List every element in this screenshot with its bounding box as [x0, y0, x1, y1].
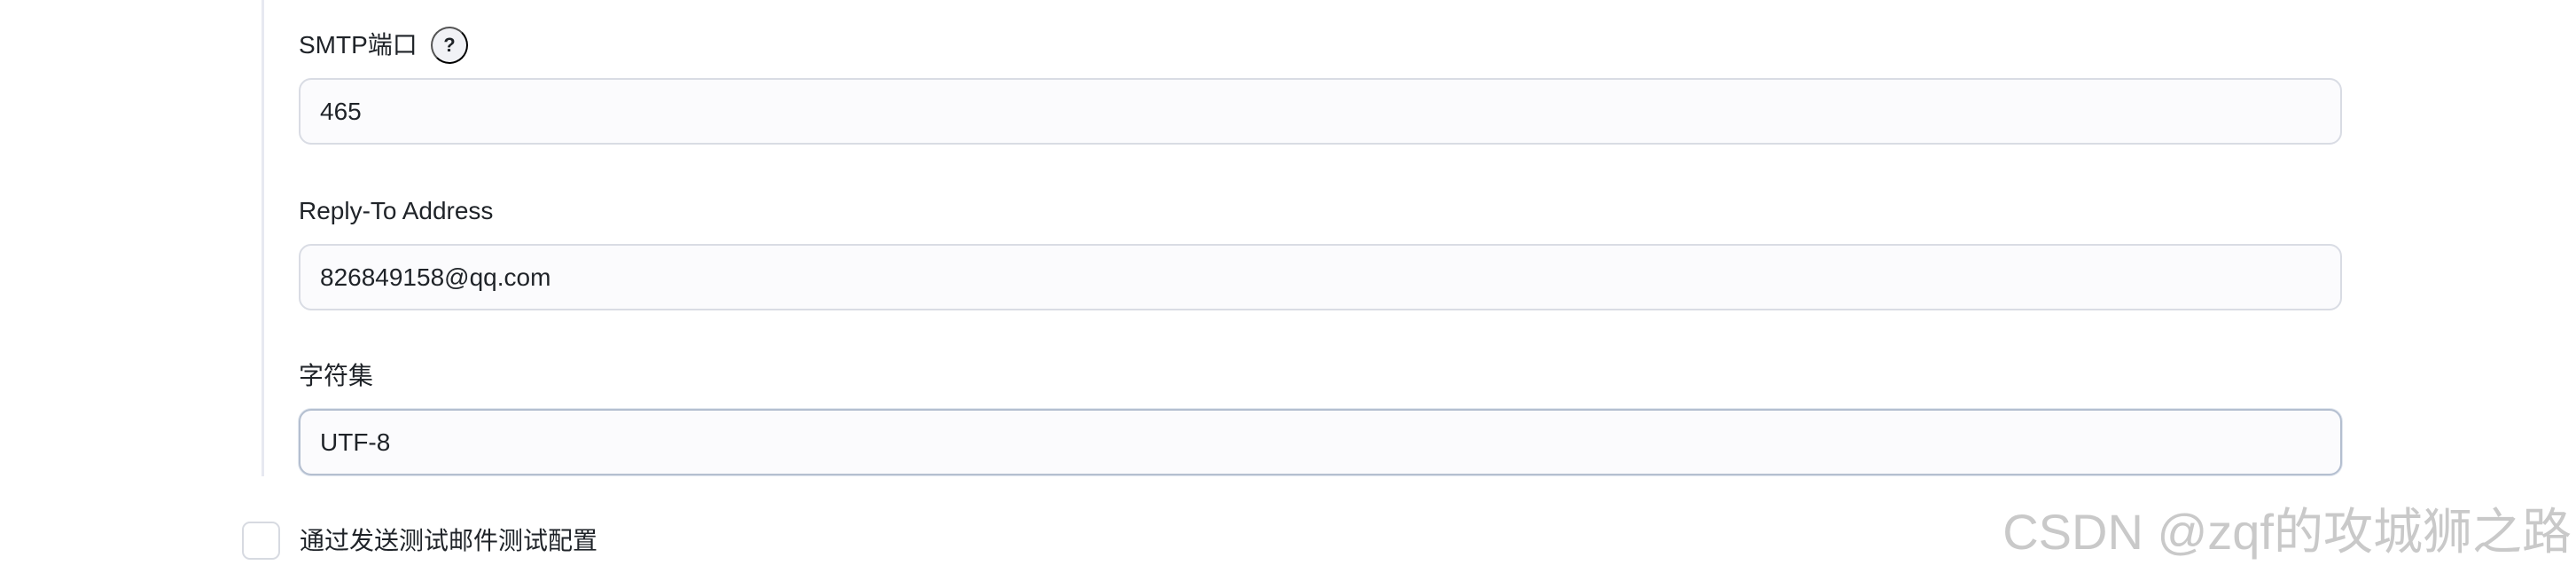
reply-to-address-label: Reply-To Address	[299, 197, 494, 224]
configuration-form-page: SMTP端口 ? Reply-To Address 字符集 通过发送测试邮件测试…	[0, 0, 2576, 573]
section-left-border	[262, 0, 264, 476]
smtp-port-help-icon[interactable]: ?	[431, 27, 468, 64]
charset-input[interactable]	[299, 409, 2342, 475]
test-config-checkbox[interactable]	[242, 522, 280, 560]
charset-label: 字符集	[299, 362, 374, 389]
test-config-checkbox-label[interactable]: 通过发送测试邮件测试配置	[300, 526, 597, 556]
smtp-port-label: SMTP端口	[299, 31, 418, 59]
reply-to-address-input[interactable]	[299, 244, 2342, 310]
watermark-text: CSDN @zqf的攻城狮之路	[2002, 504, 2572, 560]
smtp-port-input[interactable]	[299, 78, 2342, 145]
